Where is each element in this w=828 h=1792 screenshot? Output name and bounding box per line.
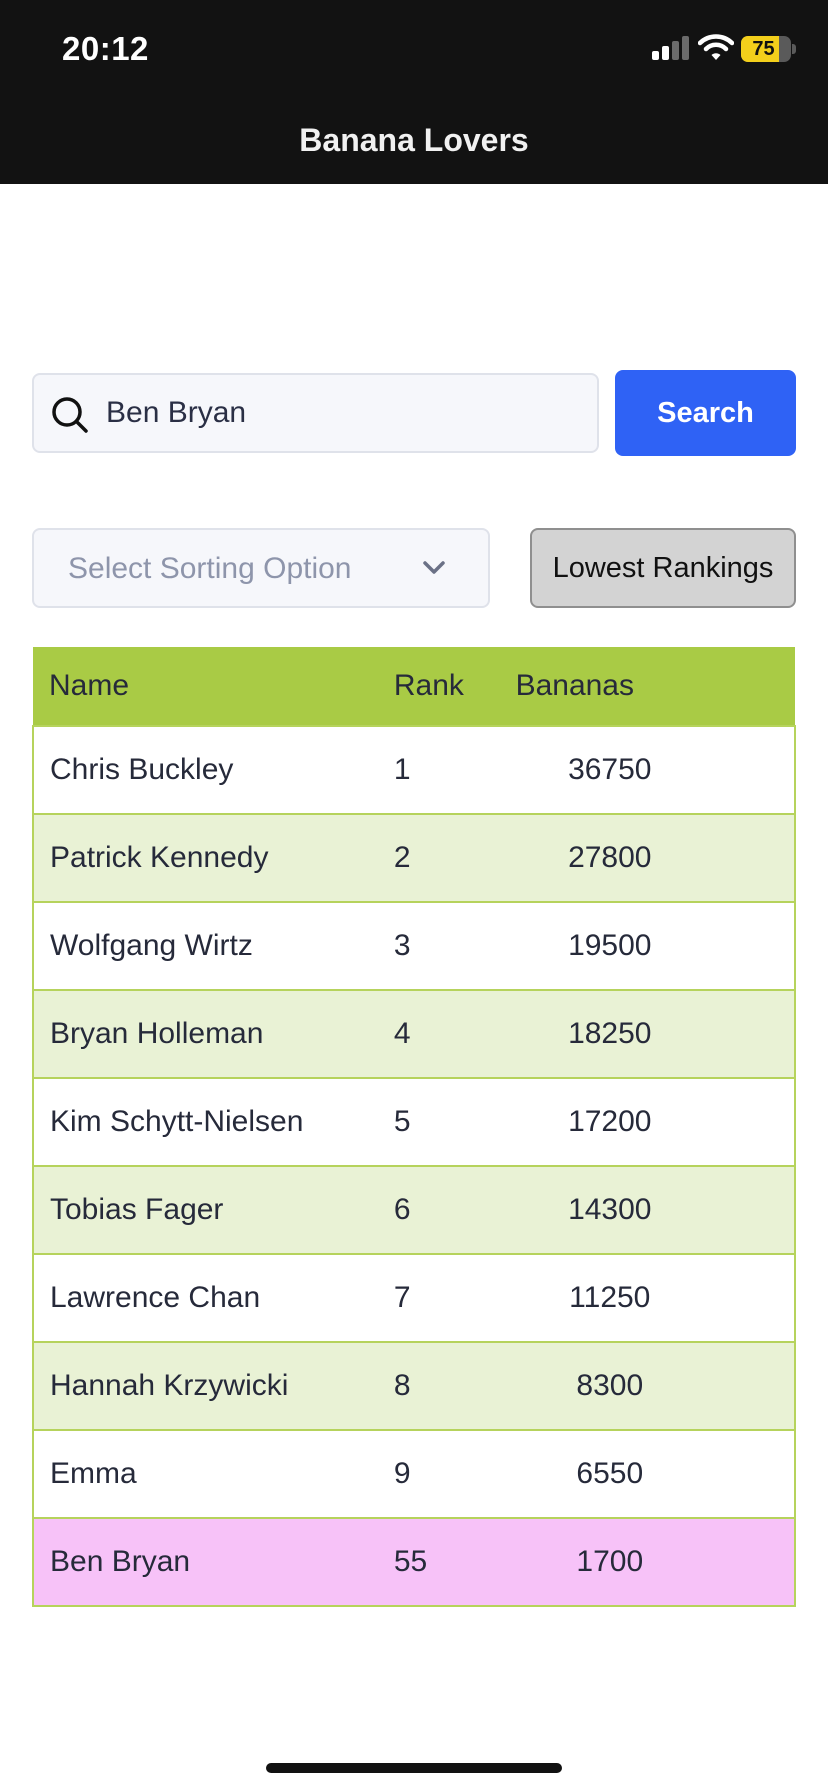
column-header-name[interactable]: Name xyxy=(33,647,394,726)
ranking-table: Name Rank Bananas Chris Buckley 1 36750 … xyxy=(32,647,796,1607)
table-row[interactable]: Bryan Holleman 4 18250 xyxy=(33,990,795,1078)
battery-icon: 75 xyxy=(741,36,791,62)
cell-name: Tobias Fager xyxy=(50,1193,224,1226)
search-button[interactable]: Search xyxy=(615,370,796,456)
cell-bananas: 18250 xyxy=(568,1017,652,1050)
cell-rank: 8 xyxy=(393,1369,411,1402)
cell-rank: 55 xyxy=(393,1545,428,1578)
cellular-signal-icon xyxy=(652,36,690,60)
cell-name: Lawrence Chan xyxy=(50,1281,261,1314)
table-row[interactable]: Kim Schytt-Nielsen 5 17200 xyxy=(33,1078,795,1166)
cell-rank: 5 xyxy=(393,1105,411,1138)
cell-bananas: 14300 xyxy=(568,1193,652,1226)
cell-rank: 9 xyxy=(393,1457,411,1490)
lowest-rankings-button[interactable]: Lowest Rankings xyxy=(530,528,796,608)
cell-bananas: 1700 xyxy=(576,1545,644,1578)
chevron-down-icon xyxy=(423,561,445,574)
battery-level: 75 xyxy=(752,38,775,60)
column-header-bananas[interactable]: Bananas xyxy=(516,647,795,726)
table-row[interactable]: Tobias Fager 6 14300 xyxy=(33,1166,795,1254)
page-title: Banana Lovers xyxy=(299,122,529,158)
table-row-current-user[interactable]: Ben Bryan 55 1700 xyxy=(33,1518,795,1606)
cell-rank: 3 xyxy=(393,929,411,962)
table-header-row: Name Rank Bananas xyxy=(33,647,795,726)
sort-placeholder: Select Sorting Option xyxy=(68,552,352,585)
cell-bananas: 27800 xyxy=(568,841,652,874)
cell-rank: 1 xyxy=(393,753,411,786)
status-time: 20:12 xyxy=(62,30,149,67)
cell-name: Chris Buckley xyxy=(50,753,234,786)
cell-name: Ben Bryan xyxy=(50,1545,191,1578)
battery-nub xyxy=(792,44,796,54)
cell-bananas: 19500 xyxy=(568,929,652,962)
cell-bananas: 11250 xyxy=(569,1281,651,1314)
cell-bananas: 8300 xyxy=(576,1369,644,1402)
sort-dropdown[interactable]: Select Sorting Option xyxy=(32,528,490,608)
cell-name: Bryan Holleman xyxy=(50,1017,264,1050)
home-indicator[interactable] xyxy=(266,1763,562,1773)
status-bar: 20:12 75 xyxy=(0,0,828,100)
search-field[interactable] xyxy=(32,373,599,453)
app-header: Banana Lovers xyxy=(0,100,828,184)
search-input[interactable] xyxy=(106,375,586,451)
cell-rank: 4 xyxy=(393,1017,411,1050)
table-row[interactable]: Chris Buckley 1 36750 xyxy=(33,726,795,814)
table-row[interactable]: Lawrence Chan 7 11250 xyxy=(33,1254,795,1342)
table-row[interactable]: Wolfgang Wirtz 3 19500 xyxy=(33,902,795,990)
cell-bananas: 36750 xyxy=(568,753,652,786)
table-row[interactable]: Hannah Krzywicki 8 8300 xyxy=(33,1342,795,1430)
column-header-rank[interactable]: Rank xyxy=(394,647,516,726)
cell-rank: 2 xyxy=(393,841,411,874)
cell-name: Kim Schytt-Nielsen xyxy=(50,1105,304,1138)
cell-bananas: 17200 xyxy=(568,1105,652,1138)
cell-name: Emma xyxy=(50,1457,137,1490)
wifi-icon xyxy=(698,34,734,60)
cell-name: Hannah Krzywicki xyxy=(50,1369,289,1402)
cell-bananas: 6550 xyxy=(576,1457,644,1490)
cell-rank: 7 xyxy=(393,1281,411,1314)
table-row[interactable]: Patrick Kennedy 2 27800 xyxy=(33,814,795,902)
cell-rank: 6 xyxy=(393,1193,411,1226)
cell-name: Wolfgang Wirtz xyxy=(50,929,253,962)
table-row[interactable]: Emma 9 6550 xyxy=(33,1430,795,1518)
search-icon xyxy=(52,397,88,433)
cell-name: Patrick Kennedy xyxy=(50,841,269,874)
